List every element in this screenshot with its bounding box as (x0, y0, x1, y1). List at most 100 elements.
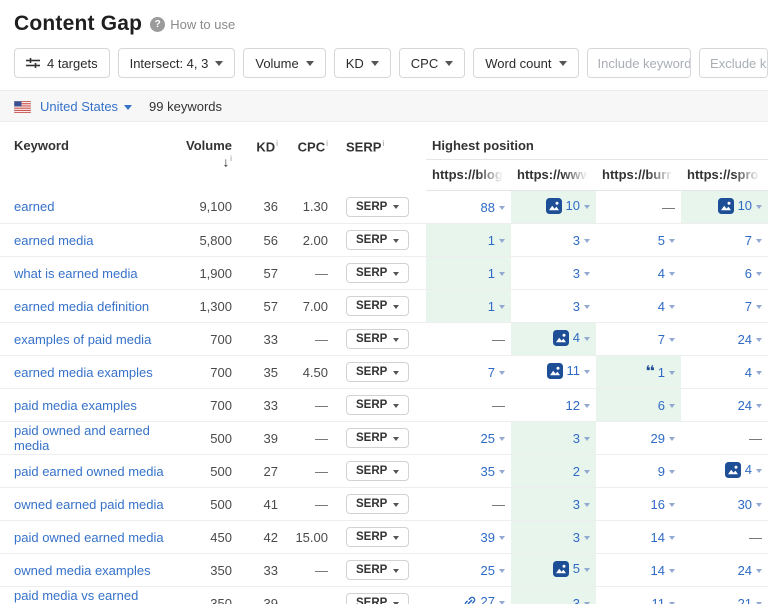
keyword-link[interactable]: earned media (14, 233, 94, 248)
serp-dropdown-button[interactable]: SERP (346, 494, 409, 514)
position-value[interactable]: 3 (573, 497, 580, 512)
position-value[interactable]: 4 (745, 365, 752, 380)
position-value[interactable]: 4 (573, 330, 580, 345)
chevron-down-icon[interactable] (584, 205, 590, 209)
position-value[interactable]: 3 (573, 530, 580, 545)
volume-filter-dropdown[interactable]: Volume (243, 48, 325, 78)
serp-dropdown-button[interactable]: SERP (346, 329, 409, 349)
keyword-link[interactable]: paid owned and earned media (14, 423, 150, 453)
kd-filter-dropdown[interactable]: KD (334, 48, 391, 78)
position-value[interactable]: 7 (745, 233, 752, 248)
chevron-down-icon[interactable] (669, 305, 675, 309)
target-url-header[interactable]: https://blog.hu (426, 160, 511, 191)
position-value[interactable]: 7 (488, 365, 495, 380)
position-value[interactable]: 3 (573, 299, 580, 314)
column-header-serp[interactable]: SERPi (334, 122, 426, 191)
keyword-link[interactable]: paid media vs earned media (14, 588, 138, 604)
keyword-link[interactable]: examples of paid media (14, 332, 151, 347)
keyword-link[interactable]: paid owned earned media (14, 530, 164, 545)
chevron-down-icon[interactable] (669, 503, 675, 507)
position-value[interactable]: 21 (738, 596, 752, 604)
chevron-down-icon[interactable] (499, 536, 505, 540)
chevron-down-icon[interactable] (669, 404, 675, 408)
chevron-down-icon[interactable] (584, 470, 590, 474)
position-value[interactable]: 14 (651, 563, 665, 578)
keyword-link[interactable]: earned media examples (14, 365, 153, 380)
chevron-down-icon[interactable] (669, 437, 675, 441)
keyword-link[interactable]: earned (14, 199, 54, 214)
serp-dropdown-button[interactable]: SERP (346, 263, 409, 283)
serp-dropdown-button[interactable]: SERP (346, 230, 409, 250)
chevron-down-icon[interactable] (756, 469, 762, 473)
position-value[interactable]: 11 (652, 596, 666, 604)
country-selector[interactable]: United States (40, 99, 132, 114)
chevron-down-icon[interactable] (499, 569, 505, 573)
position-value[interactable]: 10 (566, 198, 580, 213)
chevron-down-icon[interactable] (669, 272, 675, 276)
position-value[interactable]: 1 (488, 233, 495, 248)
position-value[interactable]: 25 (481, 563, 495, 578)
position-value[interactable]: 1 (488, 299, 495, 314)
chevron-down-icon[interactable] (669, 338, 675, 342)
chevron-down-icon[interactable] (756, 569, 762, 573)
serp-dropdown-button[interactable]: SERP (346, 527, 409, 547)
chevron-down-icon[interactable] (669, 569, 675, 573)
chevron-down-icon[interactable] (584, 568, 590, 572)
chevron-down-icon[interactable] (499, 305, 505, 309)
cpc-filter-dropdown[interactable]: CPC (399, 48, 465, 78)
chevron-down-icon[interactable] (756, 338, 762, 342)
position-value[interactable]: 88 (481, 200, 495, 215)
keyword-link[interactable]: paid earned owned media (14, 464, 164, 479)
chevron-down-icon[interactable] (499, 437, 505, 441)
chevron-down-icon[interactable] (499, 206, 505, 210)
position-value[interactable]: 6 (658, 398, 665, 413)
position-value[interactable]: 4 (658, 266, 665, 281)
chevron-down-icon[interactable] (499, 371, 505, 375)
position-value[interactable]: 12 (566, 398, 580, 413)
target-url-header[interactable]: https://sprouts (681, 160, 768, 191)
position-value[interactable]: 7 (658, 332, 665, 347)
position-value[interactable]: 3 (573, 596, 580, 604)
serp-dropdown-button[interactable]: SERP (346, 428, 409, 448)
keyword-link[interactable]: what is earned media (14, 266, 138, 281)
position-value[interactable]: 35 (481, 464, 495, 479)
target-url-header[interactable]: https://www.ti (511, 160, 596, 191)
position-value[interactable]: 6 (745, 266, 752, 281)
position-value[interactable]: 30 (738, 497, 752, 512)
serp-dropdown-button[interactable]: SERP (346, 362, 409, 382)
keyword-link[interactable]: owned earned paid media (14, 497, 164, 512)
chevron-down-icon[interactable] (756, 371, 762, 375)
serp-dropdown-button[interactable]: SERP (346, 461, 409, 481)
position-value[interactable]: 14 (651, 530, 665, 545)
word-count-filter-dropdown[interactable]: Word count (473, 48, 578, 78)
column-header-cpc[interactable]: CPCi (284, 122, 334, 191)
keyword-link[interactable]: earned media definition (14, 299, 149, 314)
chevron-down-icon[interactable] (756, 272, 762, 276)
chevron-down-icon[interactable] (584, 337, 590, 341)
position-value[interactable]: 2 (573, 464, 580, 479)
chevron-down-icon[interactable] (756, 305, 762, 309)
chevron-down-icon[interactable] (669, 470, 675, 474)
position-value[interactable]: 24 (738, 398, 752, 413)
chevron-down-icon[interactable] (584, 272, 590, 276)
chevron-down-icon[interactable] (669, 536, 675, 540)
chevron-down-icon[interactable] (584, 370, 590, 374)
position-value[interactable]: 5 (658, 233, 665, 248)
chevron-down-icon[interactable] (499, 239, 505, 243)
position-value[interactable]: 1 (658, 365, 665, 380)
position-value[interactable]: 5 (573, 561, 580, 576)
chevron-down-icon[interactable] (756, 503, 762, 507)
chevron-down-icon[interactable] (756, 239, 762, 243)
position-value[interactable]: 24 (738, 332, 752, 347)
position-value[interactable]: 3 (573, 233, 580, 248)
keyword-link[interactable]: paid media examples (14, 398, 137, 413)
serp-dropdown-button[interactable]: SERP (346, 593, 409, 604)
chevron-down-icon[interactable] (756, 404, 762, 408)
chevron-down-icon[interactable] (499, 470, 505, 474)
serp-dropdown-button[interactable]: SERP (346, 197, 409, 217)
position-value[interactable]: 10 (738, 198, 752, 213)
chevron-down-icon[interactable] (584, 437, 590, 441)
chevron-down-icon[interactable] (584, 404, 590, 408)
position-value[interactable]: 1 (488, 266, 495, 281)
position-value[interactable]: 9 (658, 464, 665, 479)
